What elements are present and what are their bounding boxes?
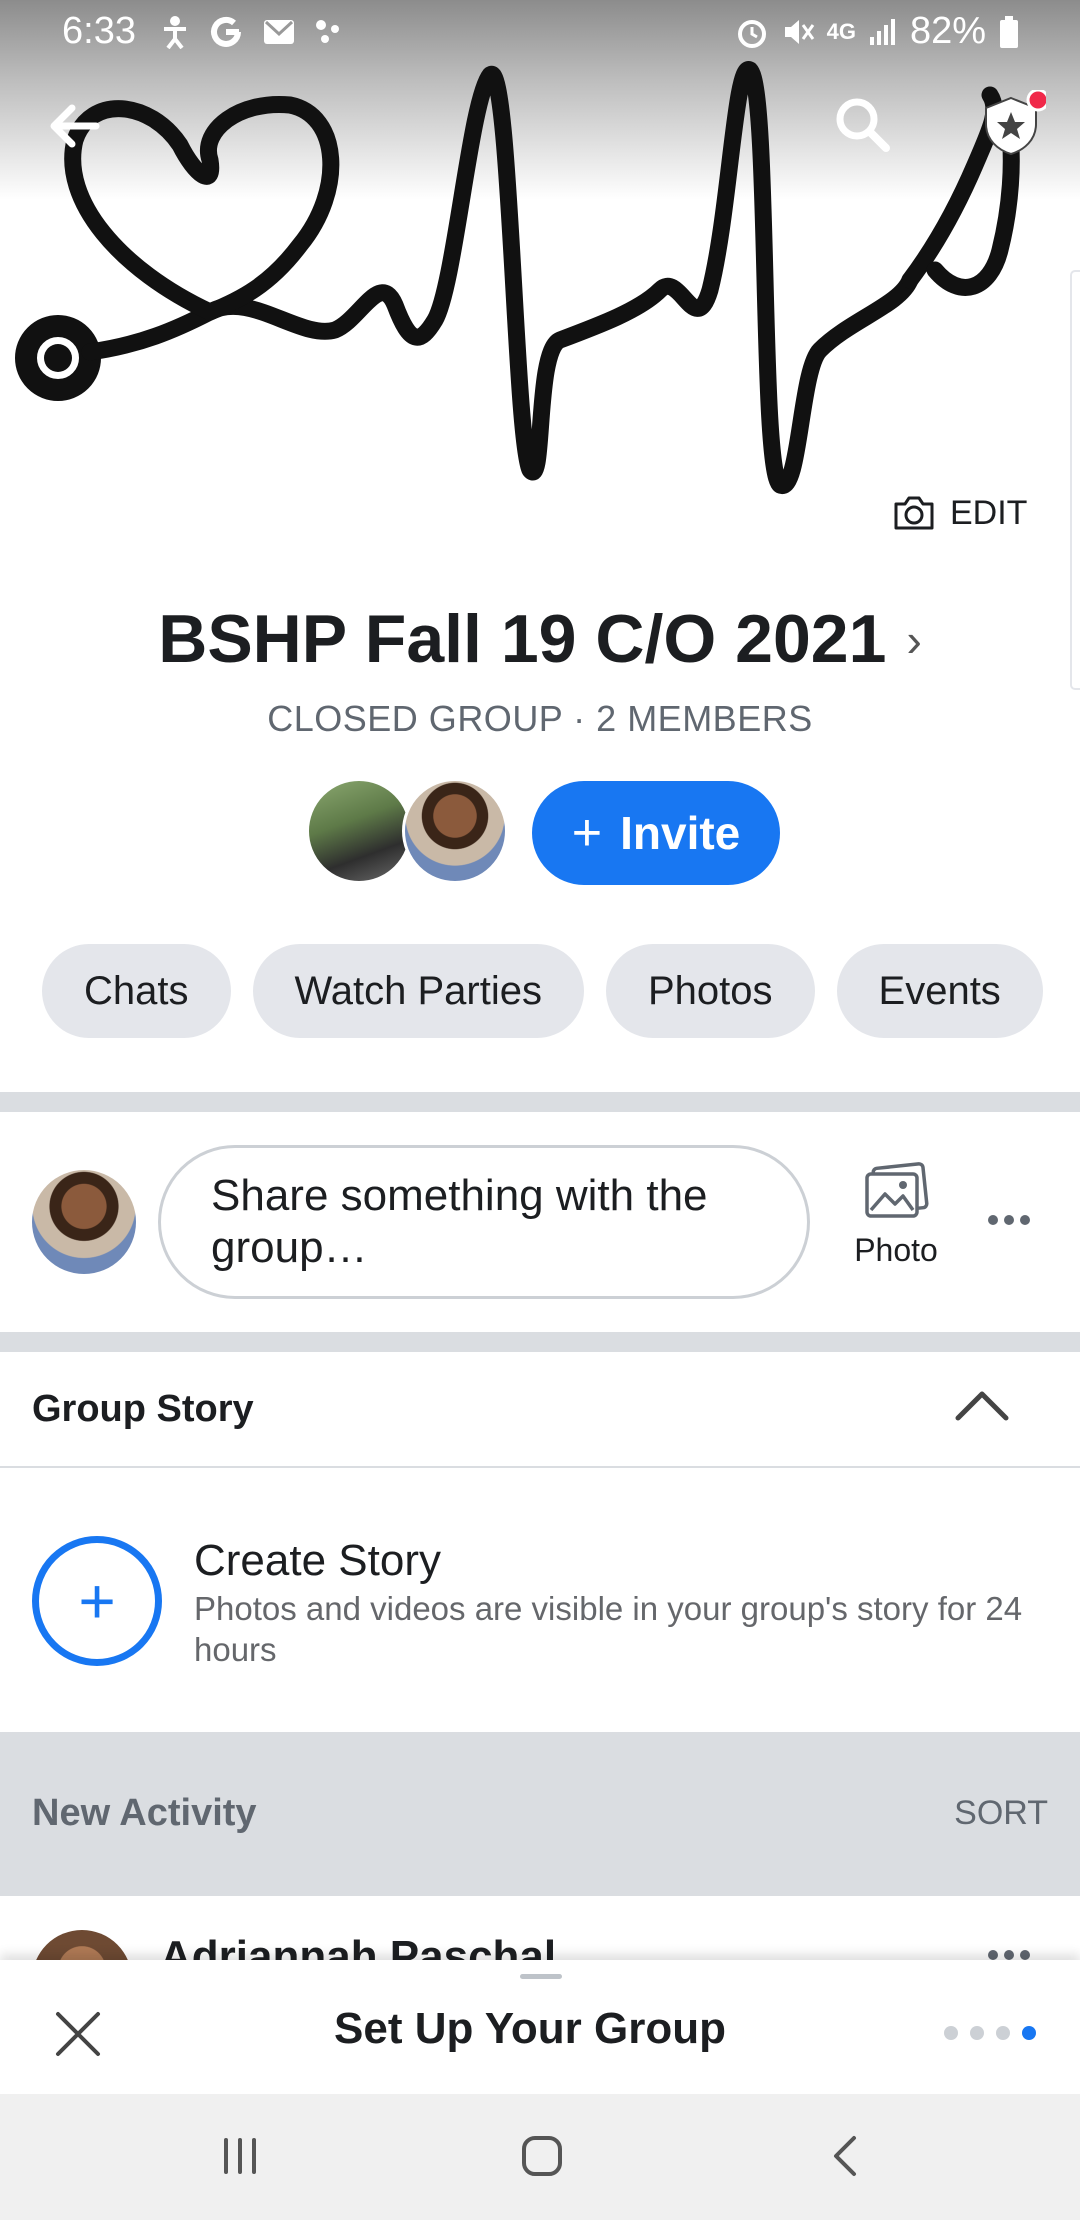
accessibility-icon [164, 16, 186, 49]
tab-photos[interactable]: Photos [605, 944, 815, 1038]
back-arrow-icon[interactable] [44, 96, 104, 156]
notification-icons [160, 14, 344, 50]
create-story-button[interactable]: + [32, 1536, 162, 1666]
alarm-icon [737, 19, 766, 48]
recent-apps-icon[interactable] [220, 2136, 260, 2176]
invite-label: Invite [620, 807, 741, 859]
group-story-header: Group Story [0, 1354, 1080, 1468]
sheet-handle[interactable] [520, 1974, 562, 1979]
create-story-description: Photos and videos are visible in your gr… [194, 1590, 1023, 1668]
new-activity-header: New Activity SORT [0, 1732, 1080, 1896]
status-right: 4G 82% [735, 10, 1020, 53]
avatar [402, 778, 508, 884]
tab-events[interactable]: Events [836, 944, 1043, 1038]
search-icon[interactable] [830, 92, 894, 156]
step-indicator [944, 2026, 1036, 2040]
plus-icon: + [571, 804, 603, 862]
dots-icon [316, 20, 339, 43]
sort-button[interactable]: SORT [954, 1794, 1048, 1833]
battery-icon [1000, 15, 1018, 48]
step-dot [970, 2026, 984, 2040]
chevron-right-icon: › [906, 614, 922, 666]
photo-button[interactable]: Photo [846, 1160, 946, 1269]
network-label: 4G [826, 18, 856, 44]
invite-button[interactable]: + Invite [532, 781, 780, 885]
mail-icon [264, 20, 294, 44]
create-story-title[interactable]: Create Story [194, 1536, 441, 1586]
step-dot [944, 2026, 958, 2040]
group-title-text: BSHP Fall 19 C/O 2021 [158, 601, 887, 677]
heartbeat-stethoscope-icon [15, 61, 1020, 494]
home-icon[interactable] [520, 2134, 564, 2178]
status-time: 6:33 [62, 10, 136, 52]
more-options-icon[interactable] [984, 1200, 1034, 1240]
setup-group-sheet[interactable]: Set Up Your Group [0, 1960, 1080, 2094]
signal-icon [869, 18, 895, 45]
share-input[interactable]: Share something with the group… [158, 1145, 810, 1299]
battery-percent: 82% [909, 10, 986, 52]
avatar [306, 778, 412, 884]
edit-cover-button[interactable]: EDIT [892, 488, 1027, 538]
post-author: Adriannah Paschal [160, 1932, 557, 1960]
group-privacy-members: CLOSED GROUP · 2 MEMBERS [267, 698, 813, 739]
chevron-up-icon[interactable] [952, 1386, 1012, 1426]
more-options-icon[interactable] [984, 1940, 1034, 1960]
step-dot-active [1022, 2026, 1036, 2040]
back-icon[interactable] [826, 2134, 866, 2178]
setup-group-title[interactable]: Set Up Your Group [0, 2004, 1060, 2054]
admin-shield-icon[interactable] [976, 90, 1046, 160]
member-avatars[interactable] [306, 778, 508, 886]
step-dot [996, 2026, 1010, 2040]
tab-watch-parties[interactable]: Watch Parties [252, 944, 584, 1038]
avatar[interactable] [32, 1170, 136, 1274]
edit-label: EDIT [950, 493, 1028, 532]
photo-icon [865, 1162, 929, 1218]
plus-icon: + [78, 1565, 116, 1637]
group-tabs: Chats Watch Parties Photos Events [42, 944, 1043, 1038]
post-preview[interactable]: Adriannah Paschal [0, 1896, 1080, 1960]
group-title[interactable]: BSHP Fall 19 C/O 2021 › [0, 600, 1080, 678]
camera-icon [894, 496, 934, 530]
group-cover[interactable]: 6:33 4G 82% EDIT [0, 0, 1080, 540]
status-bar: 6:33 4G 82% [0, 0, 1080, 66]
google-icon [211, 16, 241, 47]
mute-icon [784, 19, 814, 44]
avatar [32, 1930, 132, 1960]
new-activity-title: New Activity [32, 1792, 257, 1834]
section-divider [0, 1092, 1080, 1112]
tab-chats[interactable]: Chats [42, 944, 231, 1038]
group-story-title: Group Story [32, 1388, 254, 1430]
photo-label: Photo [854, 1232, 938, 1268]
section-divider [0, 1332, 1080, 1352]
system-nav-bar [0, 2094, 1080, 2220]
